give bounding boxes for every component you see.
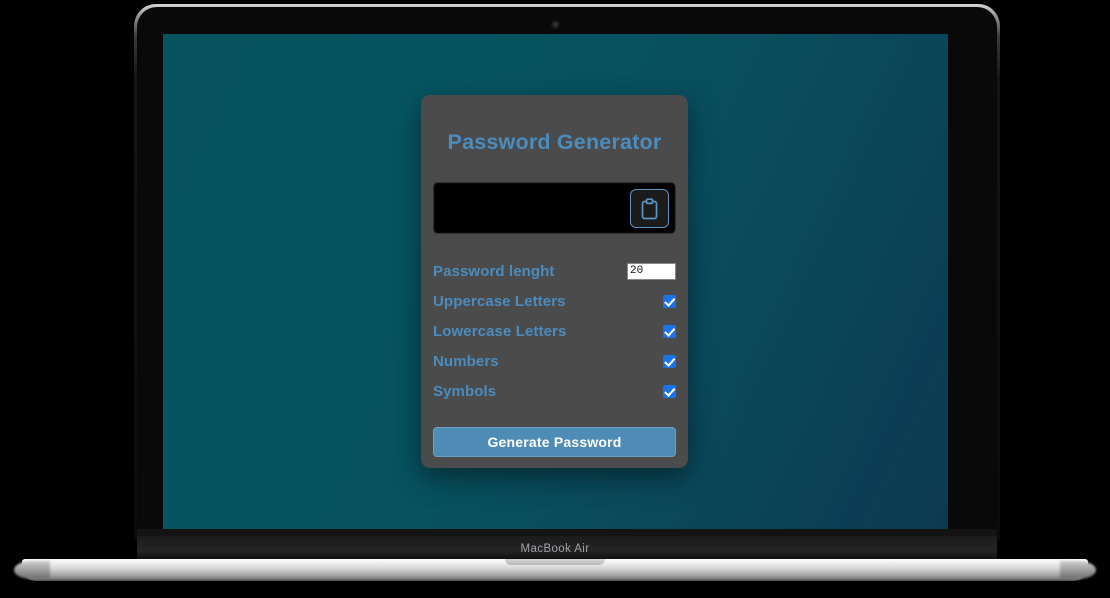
copy-password-button[interactable] <box>630 189 669 228</box>
laptop-base-left-edge <box>14 561 50 579</box>
generate-password-button[interactable]: Generate Password <box>433 427 676 457</box>
lowercase-letters-label: Lowercase Letters <box>433 322 567 340</box>
password-length-label: Password lenght <box>433 262 555 280</box>
numbers-checkbox[interactable] <box>663 354 676 368</box>
password-output-field[interactable] <box>433 182 676 234</box>
password-length-row: Password lenght <box>433 256 676 286</box>
camera-dot-icon <box>553 22 558 27</box>
options-list: Password lenght Uppercase Letters Lowerc… <box>433 256 676 406</box>
symbols-label: Symbols <box>433 382 497 400</box>
macbook-air-device: Password Generator Password lenght 20 Up… <box>0 0 1110 598</box>
numbers-label: Numbers <box>433 352 499 370</box>
symbols-checkbox[interactable] <box>663 384 676 398</box>
option-row-numbers: Numbers <box>433 346 676 376</box>
option-row-symbols: Symbols <box>433 376 676 406</box>
device-model-label: MacBook Air <box>520 543 590 555</box>
laptop-base-right-edge <box>1060 561 1096 579</box>
screenshot-stage: Password Generator Password lenght 20 Up… <box>0 0 1110 598</box>
laptop-screen: Password Generator Password lenght 20 Up… <box>163 34 948 529</box>
laptop-base-notch <box>505 559 605 565</box>
lowercase-letters-checkbox[interactable] <box>663 324 676 338</box>
password-generator-card: Password Generator Password lenght 20 Up… <box>421 95 688 468</box>
uppercase-letters-label: Uppercase Letters <box>433 292 566 310</box>
page-title: Password Generator <box>447 130 662 154</box>
uppercase-letters-checkbox[interactable] <box>663 294 676 308</box>
option-row-uppercase: Uppercase Letters <box>433 286 676 316</box>
password-length-input[interactable] <box>627 262 676 280</box>
clipboard-icon <box>640 197 659 220</box>
password-output-value <box>444 183 621 235</box>
option-row-lowercase: Lowercase Letters <box>433 316 676 346</box>
